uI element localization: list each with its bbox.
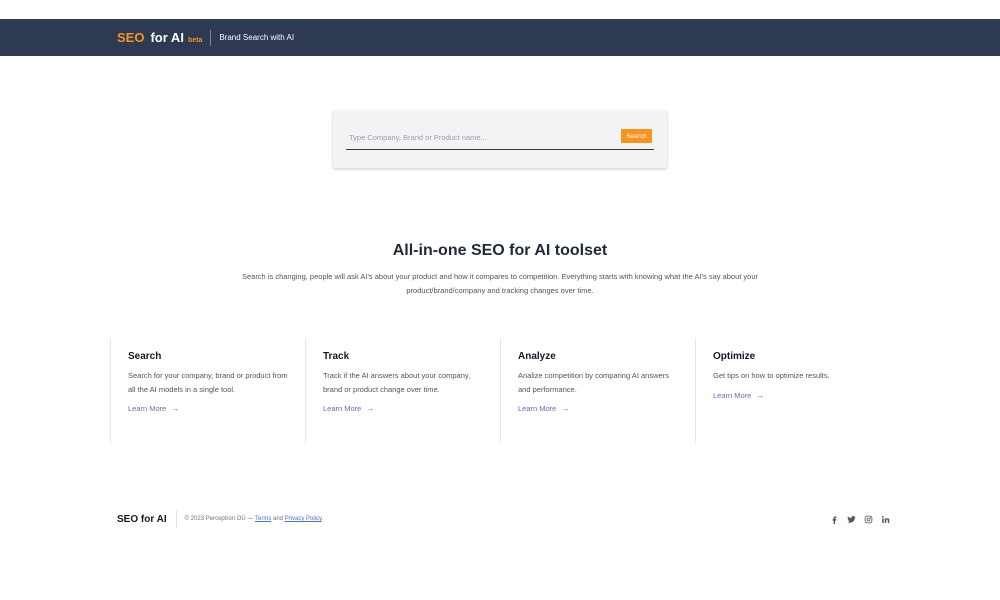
search-card: Search — [333, 111, 667, 168]
privacy-policy-link[interactable]: Privacy Policy — [285, 516, 322, 522]
learn-more-label: Learn More — [323, 404, 362, 413]
feature-analyze: Analyze Analize competition by comparing… — [500, 338, 695, 443]
feature-optimize: Optimize Get tips on how to optimize res… — [695, 338, 890, 443]
learn-more-label: Learn More — [713, 390, 752, 400]
nav-divider — [210, 29, 212, 46]
and-text: and — [271, 516, 285, 522]
feature-description: Track if the AI answers about your compa… — [323, 371, 471, 394]
arrow-right-icon: → — [171, 404, 180, 413]
hero-title: All-in-one SEO for AI toolset — [392, 242, 608, 259]
search-button[interactable]: Search — [621, 129, 652, 143]
brand-for-ai-text: for AI — [150, 30, 184, 45]
footer-copyright: © 2023 Perceptron OÜ — Terms and Privacy… — [185, 516, 324, 522]
feature-description: Analize competition by comparing AI answ… — [518, 371, 669, 394]
footer-brand[interactable]: SEO for AI — [117, 514, 167, 525]
nav-subtitle: Brand Search with AI — [219, 33, 295, 42]
arrow-right-icon: → — [366, 404, 375, 413]
feature-title: Track — [323, 351, 350, 362]
beta-badge: beta — [187, 37, 203, 44]
footer: SEO for AI © 2023 Perceptron OÜ — Terms … — [117, 508, 890, 530]
search-underline — [346, 149, 654, 150]
period-text: . — [321, 516, 324, 522]
search-input[interactable] — [346, 128, 616, 146]
learn-more-label: Learn More — [518, 404, 557, 413]
features-row: Search Search for your company, brand or… — [110, 338, 890, 443]
twitter-icon[interactable] — [847, 515, 856, 524]
instagram-icon[interactable] — [864, 515, 873, 524]
arrow-right-icon: → — [561, 404, 570, 413]
facebook-icon[interactable] — [830, 515, 839, 524]
footer-divider — [175, 510, 177, 528]
learn-more-link-track[interactable]: Learn More → — [323, 404, 374, 413]
brand-logo[interactable]: SEO for AI beta — [117, 30, 202, 45]
learn-more-label: Learn More — [128, 404, 167, 413]
learn-more-link-analyze[interactable]: Learn More → — [518, 404, 569, 413]
feature-search: Search Search for your company, brand or… — [110, 338, 305, 443]
feature-description: Search for your company, brand or produc… — [128, 371, 288, 394]
terms-link[interactable]: Terms — [255, 516, 271, 522]
social-links — [830, 515, 890, 524]
top-navbar: SEO for AI beta Brand Search with AI — [0, 19, 1000, 56]
learn-more-link-search[interactable]: Learn More → — [128, 404, 179, 413]
copyright-text: © 2023 Perceptron OÜ — — [184, 516, 255, 522]
feature-track: Track Track if the AI answers about your… — [305, 338, 500, 443]
feature-title: Optimize — [713, 351, 756, 362]
hero-description: Search is changing, people will ask AI's… — [241, 272, 759, 295]
feature-title: Search — [128, 351, 162, 362]
feature-title: Analyze — [518, 351, 556, 362]
arrow-right-icon: → — [756, 390, 765, 400]
brand-seo-text: SEO — [117, 30, 145, 45]
linkedin-icon[interactable] — [881, 515, 890, 524]
feature-description: Get tips on how to optimize results. — [713, 371, 830, 380]
learn-more-link-optimize[interactable]: Learn More → — [713, 391, 764, 400]
